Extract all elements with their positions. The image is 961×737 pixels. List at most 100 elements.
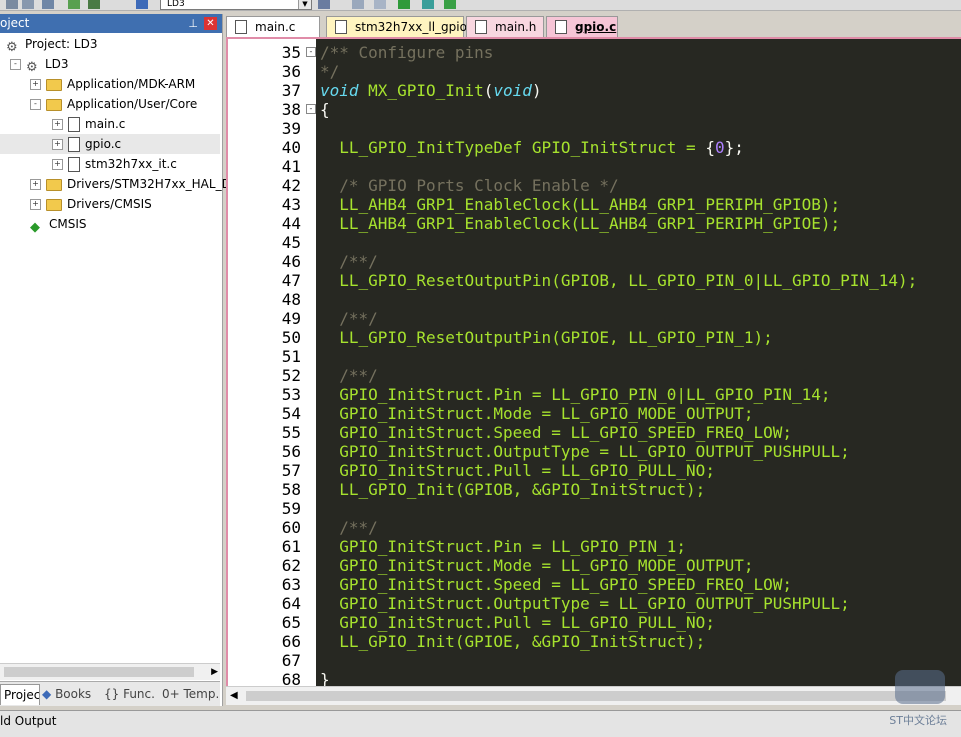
tree-item[interactable]: + stm32h7xx_it.c <box>52 154 177 174</box>
scroll-right-icon[interactable]: ▶ <box>211 664 218 680</box>
tree-item[interactable]: ⚙ Project: LD3 <box>6 34 98 55</box>
code-text: GPIO_InitStruct.Pin = LL_GPIO_PIN_1; <box>320 537 686 556</box>
code-token: { <box>705 138 715 157</box>
table-icon[interactable] <box>22 0 34 9</box>
code-token: { <box>320 100 330 119</box>
tree-item-label: Project: LD3 <box>25 37 98 51</box>
tab-project[interactable]: Project <box>0 684 40 705</box>
grid-icon[interactable] <box>6 0 18 9</box>
editor-tabs: main.c stm32h7xx_ll_gpio.h main.h gpio.c <box>226 14 961 37</box>
editor-tab-label: gpio.c <box>575 20 617 34</box>
project-horizontal-scrollbar[interactable]: ▶ <box>0 663 220 680</box>
code-line: 62 GPIO_InitStruct.Mode = LL_GPIO_MODE_O… <box>228 556 961 575</box>
code-line: 38-{ <box>228 100 961 119</box>
project-panel-title: oject <box>0 16 30 30</box>
tree-item[interactable]: + Drivers/CMSIS <box>30 194 152 214</box>
code-text: /** Configure pins <box>320 43 493 62</box>
code-line: 37 void MX_GPIO_Init(void) <box>228 81 961 100</box>
scroll-left-icon[interactable]: ◀ <box>230 687 238 705</box>
editor-horizontal-scrollbar[interactable]: ◀ <box>226 686 961 705</box>
tree-item[interactable]: + Drivers/STM32H7xx_HAL_Dri <box>30 174 239 194</box>
code-text: /* GPIO Ports Clock Enable */ <box>320 176 618 195</box>
expand-icon[interactable]: + <box>30 79 41 90</box>
project-panel: oject ⊥ ✕ ⚙ Project: LD3- ⚙ LD3 + Application… <box>0 14 239 706</box>
expand-icon[interactable]: + <box>52 139 63 150</box>
expand-icon[interactable]: + <box>30 179 41 190</box>
code-token: ( <box>483 81 494 100</box>
tab-functions[interactable]: {} Func... <box>102 684 156 704</box>
code-line: 35-/** Configure pins <box>228 43 961 62</box>
code-token: GPIO_InitStruct.Speed = LL_GPIO_SPEED_FR… <box>320 575 793 594</box>
collapse-icon[interactable]: - <box>10 59 21 70</box>
tree-item-label: gpio.c <box>85 137 122 151</box>
editor-tab[interactable]: gpio.c <box>546 16 618 37</box>
line-number: 66 <box>281 632 301 651</box>
line-number: 51 <box>281 347 301 366</box>
code-token: void <box>493 81 532 100</box>
line-number: 38 <box>281 100 301 119</box>
code-text: /**/ <box>320 252 378 271</box>
stack-icon[interactable] <box>68 0 80 9</box>
scrollbar-thumb[interactable] <box>246 691 946 701</box>
check-icon[interactable] <box>444 0 456 9</box>
tree-item[interactable]: + Application/MDK-ARM <box>30 74 195 94</box>
diamond2-icon[interactable] <box>422 0 434 9</box>
line-number: 40 <box>281 138 301 157</box>
code-text: GPIO_InitStruct.Speed = LL_GPIO_SPEED_FR… <box>320 423 792 442</box>
code-line: 52 /**/ <box>228 366 961 385</box>
expand-icon[interactable]: + <box>52 159 63 170</box>
tree-item-label: main.c <box>85 117 126 131</box>
calendar-icon[interactable] <box>42 0 54 9</box>
diamond-icon[interactable] <box>398 0 410 9</box>
line-number: 43 <box>281 195 301 214</box>
window2-icon[interactable] <box>374 0 386 9</box>
fold-collapse-icon[interactable]: - <box>306 47 316 57</box>
expand-icon[interactable]: + <box>52 119 63 130</box>
close-icon[interactable]: ✕ <box>204 17 217 30</box>
tree-item[interactable]: - ⚙ LD3 <box>10 54 69 75</box>
tree-item-label: Drivers/CMSIS <box>67 197 152 211</box>
toolbar: LD3 ▼ <box>0 0 961 11</box>
code-text: GPIO_InitStruct.Mode = LL_GPIO_MODE_OUTP… <box>320 404 753 423</box>
window-icon[interactable] <box>352 0 364 9</box>
target-select[interactable]: LD3 ▼ <box>160 0 312 10</box>
tree-item[interactable]: - Application/User/Core <box>30 94 197 114</box>
stack-down-icon[interactable] <box>88 0 100 9</box>
tree-item[interactable]: + main.c <box>52 114 125 134</box>
code-token: GPIO_InitStruct.Mode = LL_GPIO_MODE_OUTP… <box>320 404 754 423</box>
line-number: 62 <box>281 556 301 575</box>
code-line: 56 GPIO_InitStruct.OutputType = LL_GPIO_… <box>228 442 961 461</box>
scrollbar-thumb[interactable] <box>4 667 194 677</box>
code-text: void MX_GPIO_Init(void) <box>320 81 542 100</box>
code-token: LL_GPIO_Init(GPIOB, &GPIO_InitStruct); <box>320 480 706 499</box>
tree-item[interactable]: ◆ CMSIS <box>30 214 87 235</box>
code-text: */ <box>320 62 339 81</box>
pin-icon[interactable]: ⊥ <box>188 14 198 33</box>
code-editor[interactable]: 35-/** Configure pins 36 */37 void MX_GPIO_… <box>226 37 961 689</box>
tree-item[interactable]: + gpio.c <box>0 134 220 154</box>
line-number: 61 <box>281 537 301 556</box>
code-token: LL_GPIO_ResetOutputPin(GPIOB, LL_GPIO_PI… <box>320 271 918 290</box>
fold-collapse-icon[interactable]: - <box>306 104 316 114</box>
build-output-panel: ld Output <box>0 710 961 737</box>
editor-tab[interactable]: stm32h7xx_ll_gpio.h <box>326 16 478 37</box>
project-tree: ⚙ Project: LD3- ⚙ LD3 + Application/MDK-ARM - A… <box>0 34 239 664</box>
code-text: LL_GPIO_Init(GPIOE, &GPIO_InitStruct); <box>320 632 705 651</box>
collapse-icon[interactable]: - <box>30 99 41 110</box>
line-number: 56 <box>281 442 301 461</box>
wrench-icon[interactable] <box>318 0 330 9</box>
code-line: 48 <box>228 290 961 309</box>
editor-tab[interactable]: main.c <box>226 16 320 37</box>
file-icon <box>555 20 567 34</box>
code-token: void <box>320 81 359 100</box>
code-token: GPIO_InitStruct.Pin = LL_GPIO_PIN_0|LL_G… <box>320 385 831 404</box>
tab-books[interactable]: ◆ Books <box>42 684 98 704</box>
editor-tab[interactable]: main.h <box>466 16 544 37</box>
code-line: 54 GPIO_InitStruct.Mode = LL_GPIO_MODE_O… <box>228 404 961 423</box>
code-token: LL_GPIO_Init(GPIOE, &GPIO_InitStruct); <box>320 632 706 651</box>
chevron-down-icon[interactable]: ▼ <box>298 0 311 9</box>
download-icon[interactable] <box>136 0 148 9</box>
code-text: LL_GPIO_Init(GPIOB, &GPIO_InitStruct); <box>320 480 705 499</box>
tab-templates[interactable]: 0+ Temp... <box>160 684 218 704</box>
expand-icon[interactable]: + <box>30 199 41 210</box>
